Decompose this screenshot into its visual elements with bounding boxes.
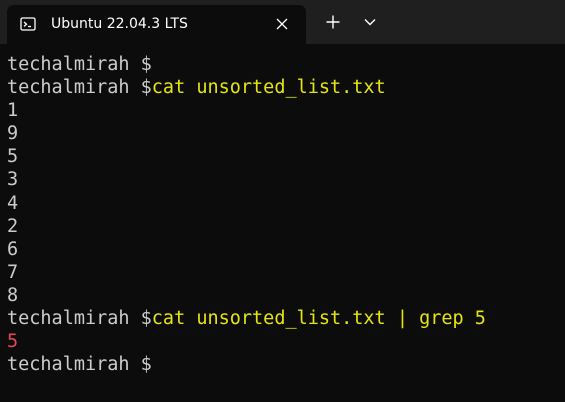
grep-match-line: 5 bbox=[7, 330, 562, 353]
command-line: techalmirah $cat unsorted_list.txt | gre… bbox=[7, 307, 562, 330]
output-value: 3 bbox=[7, 169, 19, 191]
output-line: 6 bbox=[7, 238, 562, 261]
command-text: cat unsorted_list.txt | grep 5 bbox=[151, 308, 486, 330]
prompt: techalmirah $ bbox=[7, 354, 152, 376]
tab-ubuntu[interactable]: Ubuntu 22.04.3 LTS bbox=[7, 5, 306, 44]
prompt: techalmirah $ bbox=[7, 54, 152, 75]
terminal-icon bbox=[20, 16, 36, 32]
title-bar: Ubuntu 22.04.3 LTS bbox=[0, 0, 565, 44]
grep-match: 5 bbox=[7, 331, 19, 353]
output-line: 8 bbox=[7, 284, 562, 307]
output-line: 3 bbox=[7, 168, 562, 191]
prompt: techalmirah $ bbox=[7, 308, 152, 330]
output-value: 6 bbox=[7, 238, 19, 260]
output-value: 5 bbox=[7, 146, 19, 168]
prompt-line: techalmirah $ bbox=[7, 353, 562, 376]
output-line: 7 bbox=[7, 261, 562, 284]
output-line: 2 bbox=[7, 215, 562, 238]
terminal-output[interactable]: techalmirah $ techalmirah $cat unsorted_… bbox=[7, 53, 562, 376]
command-line: techalmirah $cat unsorted_list.txt bbox=[7, 76, 562, 99]
output-value: 1 bbox=[7, 100, 19, 122]
output-value: 2 bbox=[7, 215, 19, 237]
output-line: 5 bbox=[7, 145, 562, 168]
output-value: 9 bbox=[7, 123, 19, 145]
output-value: 7 bbox=[7, 261, 19, 283]
terminal-window: Ubuntu 22.04.3 LTS techalmirah $ techalm… bbox=[0, 0, 565, 402]
plus-icon[interactable] bbox=[321, 10, 345, 34]
output-line: 4 bbox=[7, 192, 562, 215]
output-value: 4 bbox=[7, 192, 19, 214]
command-text: cat unsorted_list.txt bbox=[151, 77, 386, 99]
close-icon[interactable] bbox=[271, 13, 293, 35]
output-line: 1 bbox=[7, 99, 562, 122]
output-line: 9 bbox=[7, 122, 562, 145]
chevron-down-icon[interactable] bbox=[358, 10, 382, 34]
tab-title: Ubuntu 22.04.3 LTS bbox=[51, 16, 188, 32]
prompt: techalmirah $ bbox=[7, 77, 152, 99]
output-value: 8 bbox=[7, 284, 19, 306]
prompt-line: techalmirah $ bbox=[7, 53, 562, 76]
